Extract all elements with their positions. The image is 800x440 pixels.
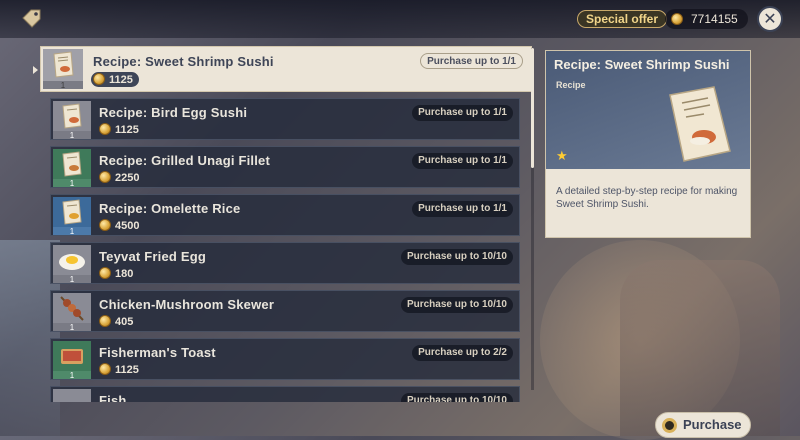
currency-amount: 7714155 (691, 12, 738, 26)
special-offer-button[interactable]: Special offer (577, 10, 668, 28)
item-quantity: 1 (69, 227, 75, 236)
purchase-button[interactable]: Purchase (655, 412, 751, 438)
shop-item-row[interactable]: 1 Chicken-Mushroom Skewer 405 Purchase u… (50, 290, 520, 332)
purchase-limit: Purchase up to 1/1 (412, 105, 513, 121)
price-value: 2250 (115, 172, 140, 184)
item-quantity: 1 (69, 323, 75, 332)
mora-coin-icon (99, 315, 111, 327)
purchase-limit: Purchase up to 10/10 (400, 297, 513, 313)
price-value: 405 (115, 316, 134, 328)
item-quantity: 1 (69, 179, 75, 188)
purchase-limit: Purchase up to 1/1 (412, 153, 513, 169)
close-button[interactable]: ✕ (757, 6, 783, 32)
recipe-scroll-icon (43, 49, 83, 81)
shop-item-row[interactable]: 1 Recipe: Grilled Unagi Fillet 2250 Purc… (50, 146, 520, 188)
item-price: 1125 (91, 72, 139, 87)
recipe-scroll-icon (53, 197, 91, 227)
mora-coin-icon (99, 363, 111, 375)
mora-coin-icon (99, 267, 111, 279)
shop-item-row[interactable]: 1 Teyvat Fried Egg 180 Purchase up to 10… (50, 242, 520, 284)
item-quantity: 1 (69, 275, 75, 284)
shop-item-list: 1 Recipe: Sweet Shrimp Sushi 1125 Purcha… (40, 46, 532, 402)
purchase-limit: Purchase up to 10/10 (400, 393, 513, 402)
item-price: 2250 (99, 171, 139, 184)
rarity-star-icon: ★ (556, 148, 568, 163)
price-value: 1125 (115, 124, 139, 136)
shop-item-row[interactable]: Fish Purchase up to 10/10 (50, 386, 520, 402)
shop-item-row[interactable]: 1 Recipe: Bird Egg Sushi 1125 Purchase u… (50, 98, 520, 140)
item-name: Chicken-Mushroom Skewer (99, 297, 275, 312)
item-name: Recipe: Bird Egg Sushi (99, 105, 248, 120)
price-value: 1125 (115, 364, 139, 376)
item-thumbnail: 1 (43, 49, 83, 90)
item-quantity: 1 (60, 81, 66, 90)
detail-description: A detailed step-by-step recipe for makin… (556, 186, 738, 210)
recipe-scroll-icon (53, 149, 91, 179)
recipe-scroll-icon (53, 101, 91, 131)
item-thumbnail: 1 (53, 341, 91, 380)
shop-item-row[interactable]: 1 Recipe: Omelette Rice 4500 Purchase up… (50, 194, 520, 236)
background-figure (620, 260, 780, 436)
toast-icon (53, 341, 91, 371)
scrollbar-thumb[interactable] (531, 48, 534, 168)
mora-coin-icon (93, 73, 105, 85)
item-quantity: 1 (69, 131, 75, 140)
item-thumbnail: 1 (53, 245, 91, 284)
recipe-scroll-icon (669, 86, 731, 162)
close-icon: ✕ (763, 11, 777, 28)
mora-coin-icon (99, 123, 111, 135)
purchase-label: Purchase (683, 417, 742, 432)
item-price: 1125 (99, 363, 139, 376)
skewer-icon (53, 293, 91, 323)
detail-header: Recipe: Sweet Shrimp Sushi Recipe ★ (546, 51, 750, 169)
purchase-limit: Purchase up to 2/2 (412, 345, 513, 361)
fried-egg-icon (53, 245, 91, 275)
item-detail-panel: Recipe: Sweet Shrimp Sushi Recipe ★ A de… (545, 50, 751, 238)
purchase-limit: Purchase up to 1/1 (420, 53, 523, 69)
item-name: Fish (99, 393, 127, 402)
mora-coin-icon (99, 171, 111, 183)
price-value: 4500 (115, 220, 140, 232)
price-value: 1125 (109, 74, 133, 86)
shop-item-row[interactable]: 1 Fisherman's Toast 1125 Purchase up to … (50, 338, 520, 380)
item-price: 1125 (99, 123, 139, 136)
currency-display: 7714155 (665, 9, 748, 29)
item-name: Recipe: Grilled Unagi Fillet (99, 153, 271, 168)
item-price: 405 (99, 315, 133, 328)
confirm-ring-icon (662, 418, 677, 433)
mora-coin-icon (99, 219, 111, 231)
detail-item-type: Recipe (556, 80, 586, 90)
selection-arrow-icon (33, 66, 38, 74)
item-price: 180 (99, 267, 133, 280)
item-thumbnail: 1 (53, 101, 91, 140)
purchase-limit: Purchase up to 10/10 (400, 249, 513, 265)
item-thumbnail: 1 (53, 197, 91, 236)
fish-icon (53, 389, 91, 402)
shop-item-row[interactable]: 1 Recipe: Sweet Shrimp Sushi 1125 Purcha… (40, 46, 532, 92)
item-thumbnail: 1 (53, 293, 91, 332)
purchase-limit: Purchase up to 1/1 (412, 201, 513, 217)
mora-coin-icon (671, 13, 683, 25)
item-name: Teyvat Fried Egg (99, 249, 206, 264)
item-name: Recipe: Omelette Rice (99, 201, 241, 216)
item-thumbnail (53, 389, 91, 402)
item-price: 4500 (99, 219, 139, 232)
detail-title: Recipe: Sweet Shrimp Sushi (554, 57, 730, 72)
item-quantity: 1 (69, 371, 75, 380)
item-name: Recipe: Sweet Shrimp Sushi (93, 54, 274, 69)
shop-tag-icon (22, 9, 41, 28)
item-thumbnail: 1 (53, 149, 91, 188)
item-name: Fisherman's Toast (99, 345, 216, 360)
price-value: 180 (115, 268, 134, 280)
